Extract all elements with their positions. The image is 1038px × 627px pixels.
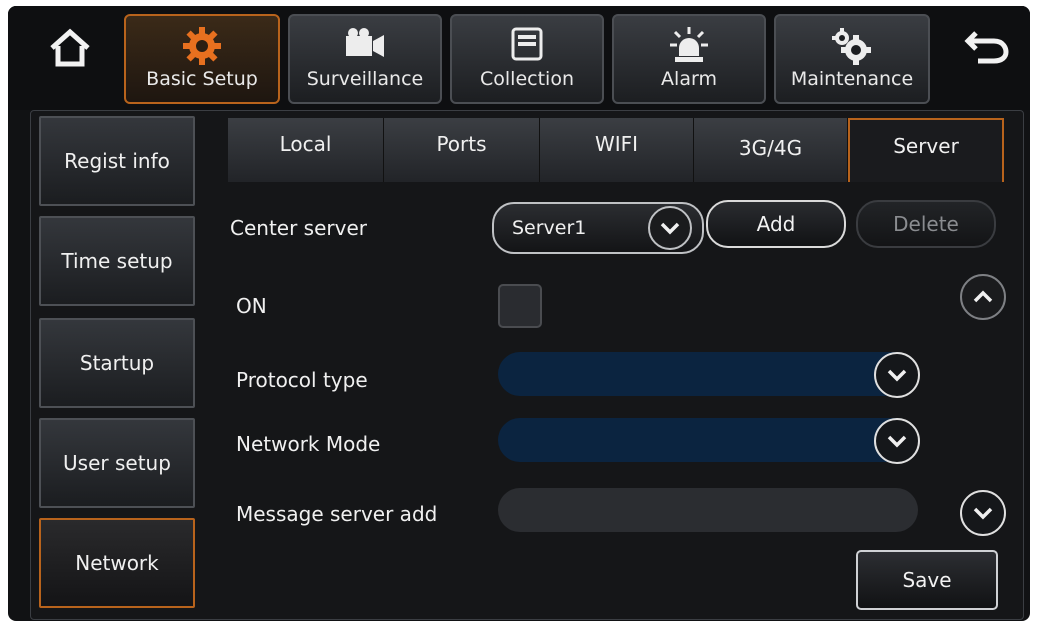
chevron-down-icon[interactable] xyxy=(874,352,920,398)
save-button-label: Save xyxy=(902,568,952,592)
subtab-label: Server xyxy=(893,134,959,158)
save-button[interactable]: Save xyxy=(856,550,998,610)
network-mode-select[interactable] xyxy=(498,418,918,462)
tab-local[interactable]: Local xyxy=(228,118,384,182)
sidebar-item-time-setup[interactable]: Time setup xyxy=(39,216,195,306)
tab-label: Maintenance xyxy=(790,68,914,90)
tab-label: Surveillance xyxy=(306,68,424,90)
camera-icon xyxy=(290,26,440,62)
scroll-up-button[interactable] xyxy=(960,274,1006,320)
tab-label: Alarm xyxy=(661,68,717,90)
folder-icon xyxy=(452,26,602,62)
sidebar-item-startup[interactable]: Startup xyxy=(39,318,195,408)
sidebar-item-label: Startup xyxy=(79,351,155,375)
tab-wifi[interactable]: WIFI xyxy=(540,118,694,182)
sidebar-item-user-setup[interactable]: User setup xyxy=(39,418,195,508)
network-mode-label: Network Mode xyxy=(236,432,381,456)
center-server-select[interactable]: Server1 xyxy=(492,202,704,254)
tab-server[interactable]: Server xyxy=(848,118,1004,182)
tab-alarm[interactable]: Alarm xyxy=(612,14,766,104)
subtab-label: Ports xyxy=(436,132,487,156)
sidebar-item-network[interactable]: Network xyxy=(39,518,195,608)
alarm-light-icon xyxy=(614,26,764,64)
sidebar-item-label: Regist info xyxy=(64,149,170,173)
delete-button[interactable]: Delete xyxy=(856,200,996,248)
sidebar-item-regist-info[interactable]: Regist info xyxy=(39,116,195,206)
chevron-up-icon xyxy=(973,290,993,303)
subtab-label: Local xyxy=(279,132,332,156)
center-server-label: Center server xyxy=(230,216,367,240)
network-subtabs: Local Ports WIFI 3G/4G Server xyxy=(228,118,1004,182)
chevron-down-icon[interactable] xyxy=(874,418,920,464)
scroll-down-button[interactable] xyxy=(960,490,1006,536)
on-label: ON xyxy=(236,294,267,318)
tab-3g-4g[interactable]: 3G/4G xyxy=(694,118,848,182)
tab-maintenance[interactable]: Maintenance xyxy=(774,14,930,104)
chevron-down-icon xyxy=(973,507,993,520)
protocol-type-label: Protocol type xyxy=(236,368,368,392)
add-button[interactable]: Add xyxy=(706,200,846,248)
tab-label: Collection xyxy=(480,68,574,90)
tab-ports[interactable]: Ports xyxy=(384,118,540,182)
sidebar-item-label: Time setup xyxy=(61,249,173,273)
subtab-label: 3G/4G xyxy=(738,136,803,160)
center-server-value: Server1 xyxy=(512,217,587,239)
add-button-label: Add xyxy=(756,212,796,236)
on-checkbox[interactable] xyxy=(498,284,542,328)
tab-surveillance[interactable]: Surveillance xyxy=(288,14,442,104)
subtab-label: WIFI xyxy=(594,132,639,156)
message-server-label: Message server add xyxy=(236,502,438,526)
delete-button-label: Delete xyxy=(893,212,959,236)
tab-collection[interactable]: Collection xyxy=(450,14,604,104)
protocol-type-select[interactable] xyxy=(498,352,918,396)
sidebar-item-label: Network xyxy=(75,551,159,575)
tab-label: Basic Setup xyxy=(146,68,258,90)
back-arrow-icon[interactable] xyxy=(956,22,1016,72)
chevron-down-icon[interactable] xyxy=(648,206,692,250)
tab-basic-setup[interactable]: Basic Setup xyxy=(124,14,280,104)
home-icon[interactable] xyxy=(42,20,98,76)
gears-icon xyxy=(776,26,928,66)
gear-icon xyxy=(126,26,278,66)
message-server-input[interactable] xyxy=(498,488,918,532)
sidebar-item-label: User setup xyxy=(63,451,171,475)
